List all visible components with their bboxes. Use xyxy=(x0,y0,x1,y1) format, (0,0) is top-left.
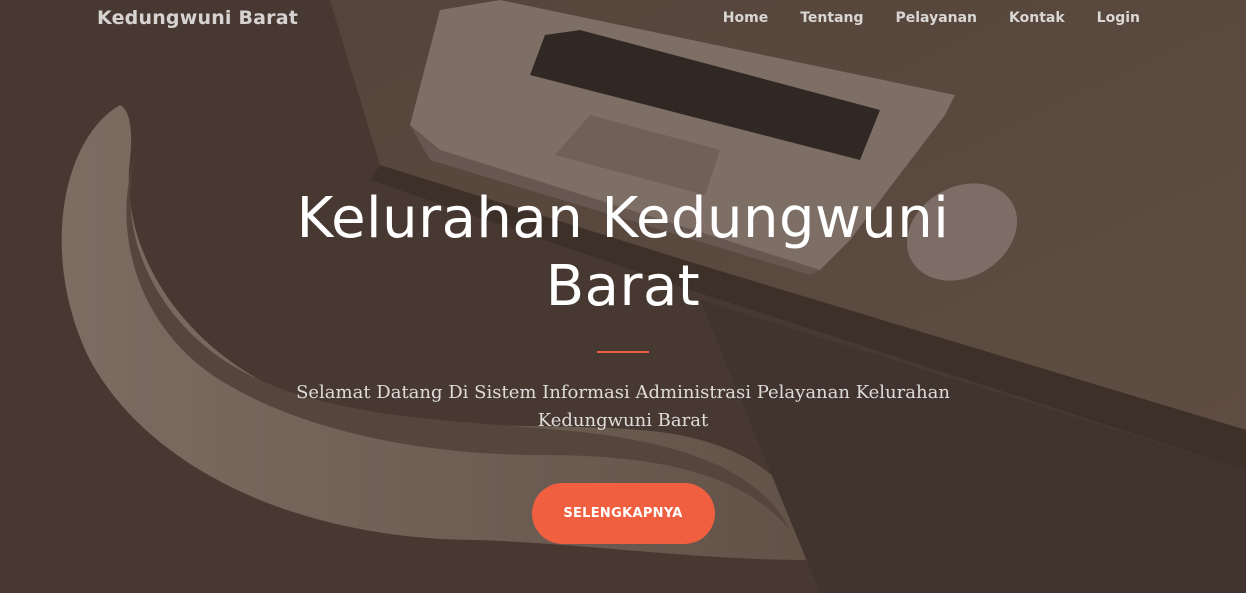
nav-link-kontak[interactable]: Kontak xyxy=(993,10,1081,26)
brand-link[interactable]: Kedungwuni Barat xyxy=(97,7,298,29)
nav-link-login[interactable]: Login xyxy=(1081,10,1140,26)
hero-subtitle: Selamat Datang Di Sistem Informasi Admin… xyxy=(296,382,950,431)
nav-links: Home Tentang Pelayanan Kontak Login xyxy=(707,10,1140,26)
hero-content: Kelurahan Kedungwuni Barat Selamat Datan… xyxy=(0,185,1246,544)
nav-link-pelayanan[interactable]: Pelayanan xyxy=(880,10,994,26)
selengkapnya-button[interactable]: SELENGKAPNYA xyxy=(531,483,715,544)
navbar: Kedungwuni Barat Home Tentang Pelayanan … xyxy=(0,0,1246,40)
hero-section: Kedungwuni Barat Home Tentang Pelayanan … xyxy=(0,0,1246,593)
hero-title: Kelurahan Kedungwuni Barat xyxy=(296,186,950,319)
nav-link-tentang[interactable]: Tentang xyxy=(784,10,879,26)
hero-divider xyxy=(597,351,649,353)
nav-link-home[interactable]: Home xyxy=(707,10,784,26)
